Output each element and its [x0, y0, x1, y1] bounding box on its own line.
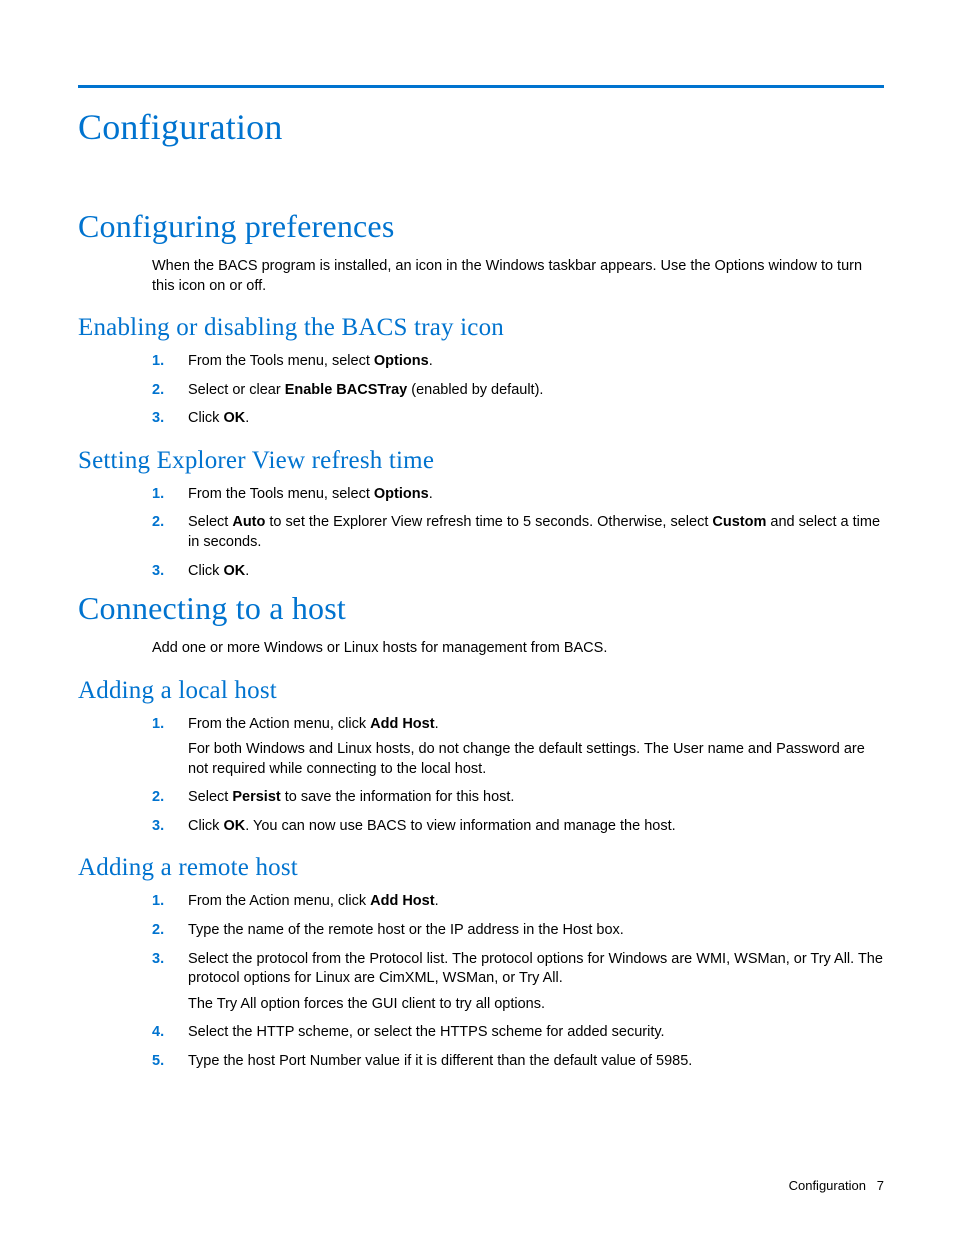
step-number: 1. [152, 715, 164, 735]
step-item: 2. Select Auto to set the Explorer View r… [152, 513, 884, 552]
footer-section: Configuration [789, 1178, 866, 1193]
step-number: 2. [152, 788, 164, 808]
document-page: Configuration Configuring preferences Whe… [0, 0, 954, 1235]
step-item: 3. Click OK. [152, 562, 884, 582]
step-number: 2. [152, 381, 164, 401]
step-list: 1. From the Tools menu, select Options. 2.… [152, 485, 884, 581]
step-text: Select or clear Enable BACSTray (enabled… [188, 382, 543, 398]
step-list: 1. From the Action menu, click Add Host. 2… [152, 892, 884, 1071]
section-heading: Configuring preferences [78, 208, 884, 245]
step-number: 2. [152, 513, 164, 533]
step-list: 1. From the Tools menu, select Options. 2.… [152, 352, 884, 429]
step-number: 3. [152, 950, 164, 970]
subsection-heading: Adding a remote host [78, 854, 884, 882]
step-item: 3. Select the protocol from the Protocol … [152, 950, 884, 1015]
step-text: Type the host Port Number value if it is… [188, 1053, 692, 1069]
section-heading: Connecting to a host [78, 590, 884, 627]
step-text: From the Action menu, click Add Host. [188, 716, 439, 732]
step-text: Select Auto to set the Explorer View ref… [188, 514, 880, 550]
step-item: 1. From the Tools menu, select Options. [152, 352, 884, 372]
section-intro: Add one or more Windows or Linux hosts f… [152, 639, 884, 659]
step-extra-text: For both Windows and Linux hosts, do not… [188, 740, 884, 779]
step-item: 5. Type the host Port Number value if it … [152, 1052, 884, 1072]
step-list: 1. From the Action menu, click Add Host. F… [152, 715, 884, 837]
step-number: 3. [152, 817, 164, 837]
subsection-heading: Enabling or disabling the BACS tray icon [78, 314, 884, 342]
step-text: From the Tools menu, select Options. [188, 486, 433, 502]
step-text: Click OK. You can now use BACS to view i… [188, 818, 676, 834]
section-intro: When the BACS program is installed, an i… [152, 257, 884, 296]
step-text: From the Action menu, click Add Host. [188, 893, 439, 909]
step-item: 1. From the Action menu, click Add Host. F… [152, 715, 884, 780]
step-text: From the Tools menu, select Options. [188, 353, 433, 369]
step-item: 1. From the Action menu, click Add Host. [152, 892, 884, 912]
step-item: 2. Select or clear Enable BACSTray (enabl… [152, 381, 884, 401]
step-text: Click OK. [188, 563, 249, 579]
page-title: Configuration [78, 106, 884, 148]
step-number: 3. [152, 562, 164, 582]
step-text: Select the protocol from the Protocol li… [188, 951, 883, 987]
step-text: Type the name of the remote host or the … [188, 922, 624, 938]
top-rule [78, 85, 884, 88]
step-number: 3. [152, 409, 164, 429]
page-footer: Configuration 7 [789, 1178, 884, 1193]
step-extra-text: The Try All option forces the GUI client… [188, 995, 884, 1015]
step-item: 1. From the Tools menu, select Options. [152, 485, 884, 505]
step-item: 2. Select Persist to save the information… [152, 788, 884, 808]
step-text: Select the HTTP scheme, or select the HT… [188, 1024, 665, 1040]
step-number: 2. [152, 921, 164, 941]
content-area: Configuring preferences When the BACS pro… [78, 208, 884, 1071]
step-item: 2. Type the name of the remote host or th… [152, 921, 884, 941]
step-number: 1. [152, 485, 164, 505]
step-number: 1. [152, 352, 164, 372]
step-text: Select Persist to save the information f… [188, 789, 514, 805]
step-item: 4. Select the HTTP scheme, or select the … [152, 1023, 884, 1043]
step-number: 4. [152, 1023, 164, 1043]
subsection-heading: Setting Explorer View refresh time [78, 447, 884, 475]
step-number: 5. [152, 1052, 164, 1072]
footer-page-number: 7 [877, 1178, 884, 1193]
step-number: 1. [152, 892, 164, 912]
step-item: 3. Click OK. You can now use BACS to view… [152, 817, 884, 837]
subsection-heading: Adding a local host [78, 677, 884, 705]
step-item: 3. Click OK. [152, 409, 884, 429]
step-text: Click OK. [188, 410, 249, 426]
